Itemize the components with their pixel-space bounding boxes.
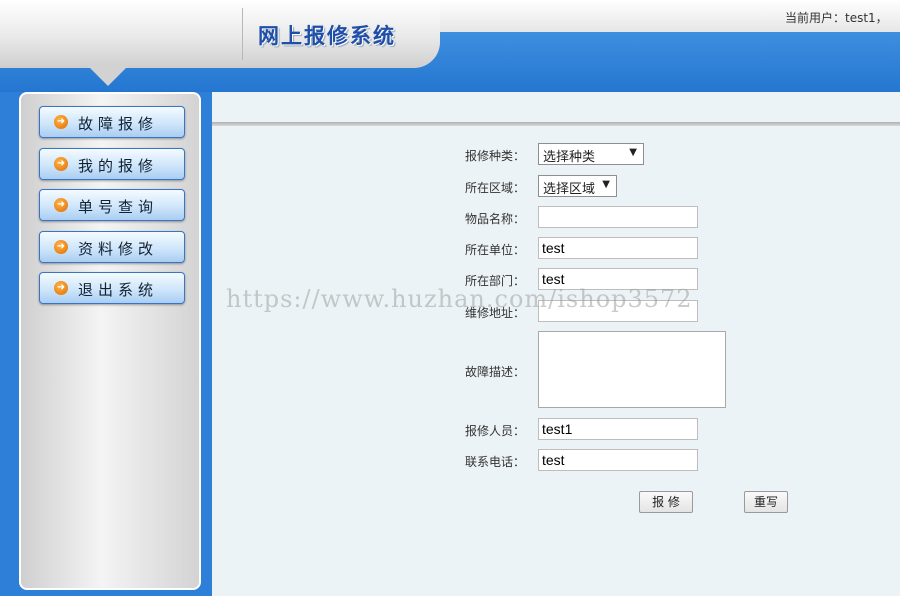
- nav-item-logout[interactable]: ➜ 退出系统: [39, 272, 185, 304]
- category-select[interactable]: 选择种类 ▼: [538, 143, 644, 165]
- phone-label: 联系电话：: [465, 455, 526, 469]
- orange-arrow-icon: ➜: [54, 198, 68, 212]
- reporter-input[interactable]: test1: [538, 418, 698, 440]
- dropdown-arrow-icon: ▼: [629, 147, 637, 158]
- orange-arrow-icon: ➜: [54, 115, 68, 129]
- phone-input[interactable]: test: [538, 449, 698, 471]
- item-name-input[interactable]: [538, 206, 698, 228]
- reporter-label: 报修人员：: [465, 424, 526, 438]
- dropdown-arrow-icon: ▼: [602, 179, 610, 190]
- brand-title: 网上报修系统: [258, 23, 396, 48]
- main-content: 报修种类： 选择种类 ▼ 所在区域： 选择区域 ▼ 物品名称： 所在单位： te…: [212, 92, 900, 596]
- unit-input[interactable]: test: [538, 237, 698, 259]
- item-name-label: 物品名称：: [465, 212, 526, 226]
- nav-item-label: 资料修改: [78, 240, 159, 258]
- orange-arrow-icon: ➜: [54, 157, 68, 171]
- nav-item-my-reports[interactable]: ➜ 我的报修: [39, 148, 185, 180]
- nav-pointer: [88, 66, 128, 86]
- area-select[interactable]: 选择区域 ▼: [538, 175, 617, 197]
- reset-button[interactable]: 重写: [744, 491, 788, 513]
- category-label: 报修种类：: [465, 149, 526, 163]
- nav-item-label: 单号查询: [78, 198, 159, 216]
- submit-button[interactable]: 报 修: [639, 491, 693, 513]
- description-textarea[interactable]: [538, 331, 726, 408]
- unit-label: 所在单位：: [465, 243, 526, 257]
- nav-item-edit-profile[interactable]: ➜ 资料修改: [39, 231, 185, 263]
- description-label: 故障描述：: [465, 365, 526, 379]
- category-select-value: 选择种类: [543, 150, 596, 165]
- area-select-value: 选择区域: [543, 182, 596, 197]
- header-divider: [242, 8, 243, 60]
- nav-item-fault-report[interactable]: ➜ 故障报修: [39, 106, 185, 138]
- area-label: 所在区域：: [465, 181, 526, 195]
- watermark-text: https://www.huzhan.com/ishop3572: [226, 285, 693, 313]
- nav-item-label: 我的报修: [78, 157, 159, 175]
- orange-arrow-icon: ➜: [54, 240, 68, 254]
- sidebar-nav: ➜ 故障报修 ➜ 我的报修 ➜ 单号查询 ➜ 资料修改 ➜ 退出系统: [19, 92, 201, 590]
- header-title-panel: 网上报修系统: [0, 0, 440, 68]
- content-top-divider: [212, 122, 900, 126]
- nav-item-label: 故障报修: [78, 115, 159, 133]
- nav-item-label: 退出系统: [78, 281, 159, 299]
- nav-item-order-query[interactable]: ➜ 单号查询: [39, 189, 185, 221]
- header-bar: 网上报修系统 当前用户：test1，: [0, 0, 900, 92]
- orange-arrow-icon: ➜: [54, 281, 68, 295]
- current-user-info: 当前用户：test1，: [785, 11, 888, 25]
